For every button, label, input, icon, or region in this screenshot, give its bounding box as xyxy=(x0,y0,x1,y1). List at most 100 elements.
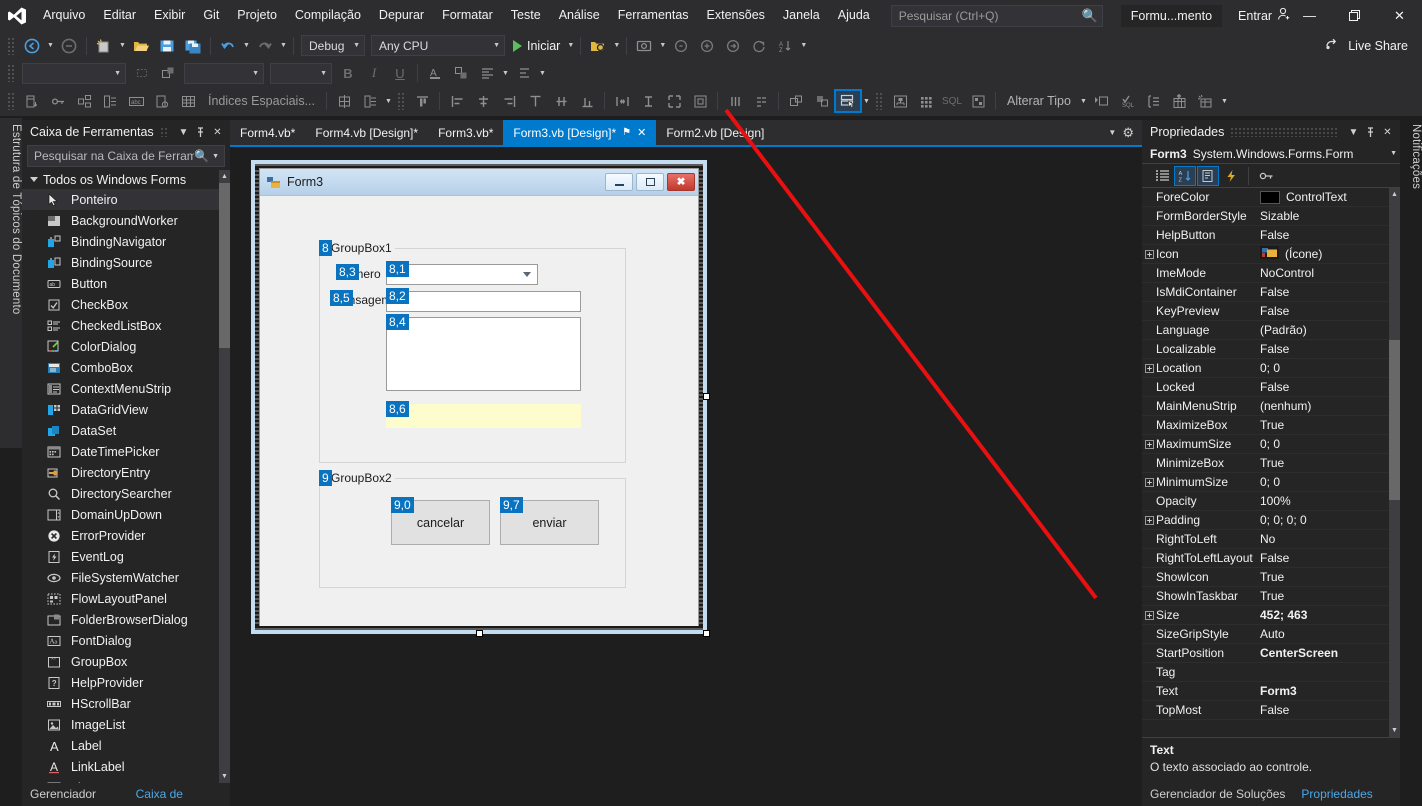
tab-order-badge-combobox1[interactable]: 8,1 xyxy=(386,261,409,277)
new-project-dropdown-icon[interactable]: ▼ xyxy=(117,35,128,57)
toolbar3-grip[interactable] xyxy=(7,92,16,110)
menu-formatar[interactable]: Formatar xyxy=(433,0,502,31)
expand-icon[interactable] xyxy=(1142,610,1156,620)
property-row[interactable]: RightToLeftLayout False xyxy=(1142,549,1400,568)
footer-tab-toolbox[interactable]: Caixa de Ferra... xyxy=(128,783,230,806)
property-row[interactable]: ShowIcon True xyxy=(1142,568,1400,587)
property-value-cell[interactable]: No xyxy=(1260,532,1400,546)
font-size-combo[interactable]: ▼ xyxy=(184,62,264,84)
search-input[interactable] xyxy=(898,8,1080,23)
add-table-icon[interactable] xyxy=(1167,90,1193,112)
toolbox-scrollbar[interactable]: ▲ ▼ xyxy=(219,170,230,783)
tab-form4-vb[interactable]: Form4.vb* xyxy=(230,120,305,145)
align-dropdown-icon[interactable]: ▼ xyxy=(500,62,511,84)
change-type-dropdown-icon[interactable]: ▼ xyxy=(1078,90,1089,112)
property-row[interactable]: MaximizeBox True xyxy=(1142,416,1400,435)
navigate-forward-button[interactable] xyxy=(56,35,82,57)
toolbox-item-eventlog[interactable]: EventLog xyxy=(22,546,230,567)
toolbox-item-imagelist[interactable]: ImageList xyxy=(22,714,230,735)
tab-order-badge-label-numero[interactable]: 8,3 xyxy=(336,264,359,280)
align-lefts-icon[interactable] xyxy=(444,90,470,112)
property-row[interactable]: MinimumSize 0; 0 xyxy=(1142,473,1400,492)
categorized-icon[interactable] xyxy=(1151,166,1173,186)
align-to-grid-icon[interactable] xyxy=(331,90,357,112)
tab-order-badge-groupbox2[interactable]: 9 xyxy=(319,470,332,486)
toolbar3-overflow-3[interactable]: ▼ xyxy=(1219,90,1230,112)
step-icon-2[interactable] xyxy=(694,35,720,57)
toolbox-item-contextmenustrip[interactable]: ContextMenuStrip xyxy=(22,378,230,399)
resize-handle-corner[interactable] xyxy=(703,630,710,637)
toolbar-grip[interactable] xyxy=(7,36,16,55)
toolbar3-overflow-2[interactable]: ▼ xyxy=(861,90,872,112)
sort-dropdown-icon[interactable]: ▼ xyxy=(798,35,809,57)
tab-list-dropdown-icon[interactable]: ▼ xyxy=(1108,128,1116,137)
minimize-button[interactable]: — xyxy=(1287,0,1332,31)
solution-configuration-combo[interactable]: Debug ▼ xyxy=(301,35,365,56)
document-outline-dock-tab[interactable]: Estrutura de Tópicos do Documento xyxy=(0,118,22,448)
solution-platform-combo[interactable]: Any CPU ▼ xyxy=(371,35,505,56)
form-maximize-button[interactable] xyxy=(636,173,664,191)
property-row[interactable]: Locked False xyxy=(1142,378,1400,397)
tab-order-badge-textbox-numero[interactable]: 8,2 xyxy=(386,288,409,304)
toolbox-item-helpprovider[interactable]: ? HelpProvider xyxy=(22,672,230,693)
expand-icon[interactable] xyxy=(1142,477,1156,487)
toolbox-item-checkedlistbox[interactable]: CheckedListBox xyxy=(22,315,230,336)
signin-area[interactable]: Entrar xyxy=(1238,7,1291,24)
footer-tab-solution-explorer[interactable]: Gerenciador de... xyxy=(22,783,128,806)
restore-button[interactable] xyxy=(1332,0,1377,31)
make-same-size-icon[interactable] xyxy=(661,90,687,112)
menu-git[interactable]: Git xyxy=(194,0,228,31)
property-row[interactable]: Localizable False xyxy=(1142,340,1400,359)
toolbar2-overflow-icon[interactable]: ▼ xyxy=(537,62,548,84)
toolbox-item-datetimepicker[interactable]: DateTimePicker xyxy=(22,441,230,462)
footer-tab-solution-explorer-2[interactable]: Gerenciador de Soluções xyxy=(1142,783,1293,806)
resize-handle-bottom[interactable] xyxy=(476,630,483,637)
property-row[interactable]: Size 452; 463 xyxy=(1142,606,1400,625)
refresh-icon[interactable] xyxy=(746,35,772,57)
properties-scrollbar[interactable]: ▲ ▼ xyxy=(1389,188,1400,737)
toolbox-item-groupbox[interactable]: XY GroupBox xyxy=(22,651,230,672)
property-row[interactable]: MaximumSize 0; 0 xyxy=(1142,435,1400,454)
align-icon[interactable] xyxy=(474,62,500,84)
menu-projeto[interactable]: Projeto xyxy=(228,0,286,31)
align-tops-2-icon[interactable] xyxy=(522,90,548,112)
toolbox-search[interactable]: 🔍 ▼ xyxy=(27,145,225,167)
screenshot-dropdown-icon[interactable]: ▼ xyxy=(657,35,668,57)
save-all-icon[interactable] xyxy=(180,35,206,57)
toolbar3-overflow-1[interactable]: ▼ xyxy=(383,90,394,112)
align-centers-icon[interactable] xyxy=(470,90,496,112)
toolbox-item-combobox[interactable]: ComboBox xyxy=(22,357,230,378)
align-rights-icon[interactable] xyxy=(496,90,522,112)
property-value-cell[interactable]: False xyxy=(1260,304,1400,318)
property-row[interactable]: Text Form3 xyxy=(1142,682,1400,701)
style-combo[interactable]: ▼ xyxy=(270,62,332,84)
property-value-cell[interactable]: True xyxy=(1260,570,1400,584)
property-row[interactable]: StartPosition CenterScreen xyxy=(1142,644,1400,663)
properties-page-icon[interactable] xyxy=(1197,165,1219,186)
notifications-dock-tab[interactable]: Notificações xyxy=(1400,118,1422,338)
property-value-cell[interactable]: 0; 0 xyxy=(1260,361,1400,375)
combobox1[interactable] xyxy=(386,264,538,285)
close-button[interactable]: ✕ xyxy=(1377,0,1422,31)
toolbox-item-datagridview[interactable]: DataGridView xyxy=(22,399,230,420)
toolbox-item-hscrollbar[interactable]: HScrollBar xyxy=(22,693,230,714)
redo-icon[interactable] xyxy=(252,35,278,57)
grid-icon[interactable] xyxy=(913,90,939,112)
textbox-mensagem[interactable] xyxy=(386,317,581,391)
undo-icon[interactable] xyxy=(215,35,241,57)
new-project-icon[interactable] xyxy=(91,35,117,57)
italic-button[interactable]: I xyxy=(361,62,387,84)
quick-search[interactable]: 🔍 xyxy=(890,4,1103,27)
property-value-cell[interactable]: False xyxy=(1260,380,1400,394)
make-same-height-icon[interactable] xyxy=(635,90,661,112)
properties-menu-icon[interactable]: ▼ xyxy=(1345,123,1362,141)
resize-icon[interactable] xyxy=(155,62,181,84)
make-same-width-icon[interactable] xyxy=(609,90,635,112)
toolbox-menu-icon[interactable]: ▼ xyxy=(175,123,192,141)
menu-teste[interactable]: Teste xyxy=(502,0,550,31)
sort-az-icon[interactable]: AZ xyxy=(772,35,798,57)
relationships-icon[interactable] xyxy=(71,90,97,112)
properties-object-selector[interactable]: Form3 System.Windows.Forms.Form ▼ xyxy=(1142,144,1400,164)
manage-fulltext-icon[interactable] xyxy=(149,90,175,112)
tab-order-badge-label-mensagem[interactable]: 8,5 xyxy=(330,290,353,306)
